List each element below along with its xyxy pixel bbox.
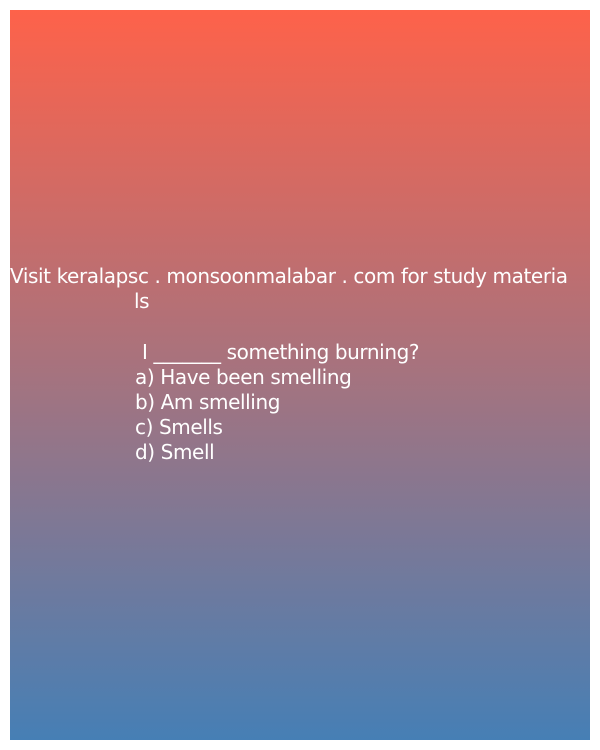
question-block: I _______ something burning? a) Have bee…	[135, 340, 420, 465]
option-c: c) Smells	[135, 415, 223, 439]
question-card: Visit keralapsc . monsoonmalabar . com f…	[10, 10, 590, 740]
promo-line-1: Visit keralapsc . monsoonmalabar . com f…	[10, 264, 568, 288]
promo-text: Visit keralapsc . monsoonmalabar . com f…	[10, 264, 590, 313]
option-b: b) Am smelling	[135, 390, 281, 414]
promo-line-2: ls	[134, 289, 150, 313]
option-a: a) Have been smelling	[135, 365, 352, 389]
option-d: d) Smell	[135, 440, 215, 464]
question-stem: I _______ something burning?	[142, 340, 420, 364]
